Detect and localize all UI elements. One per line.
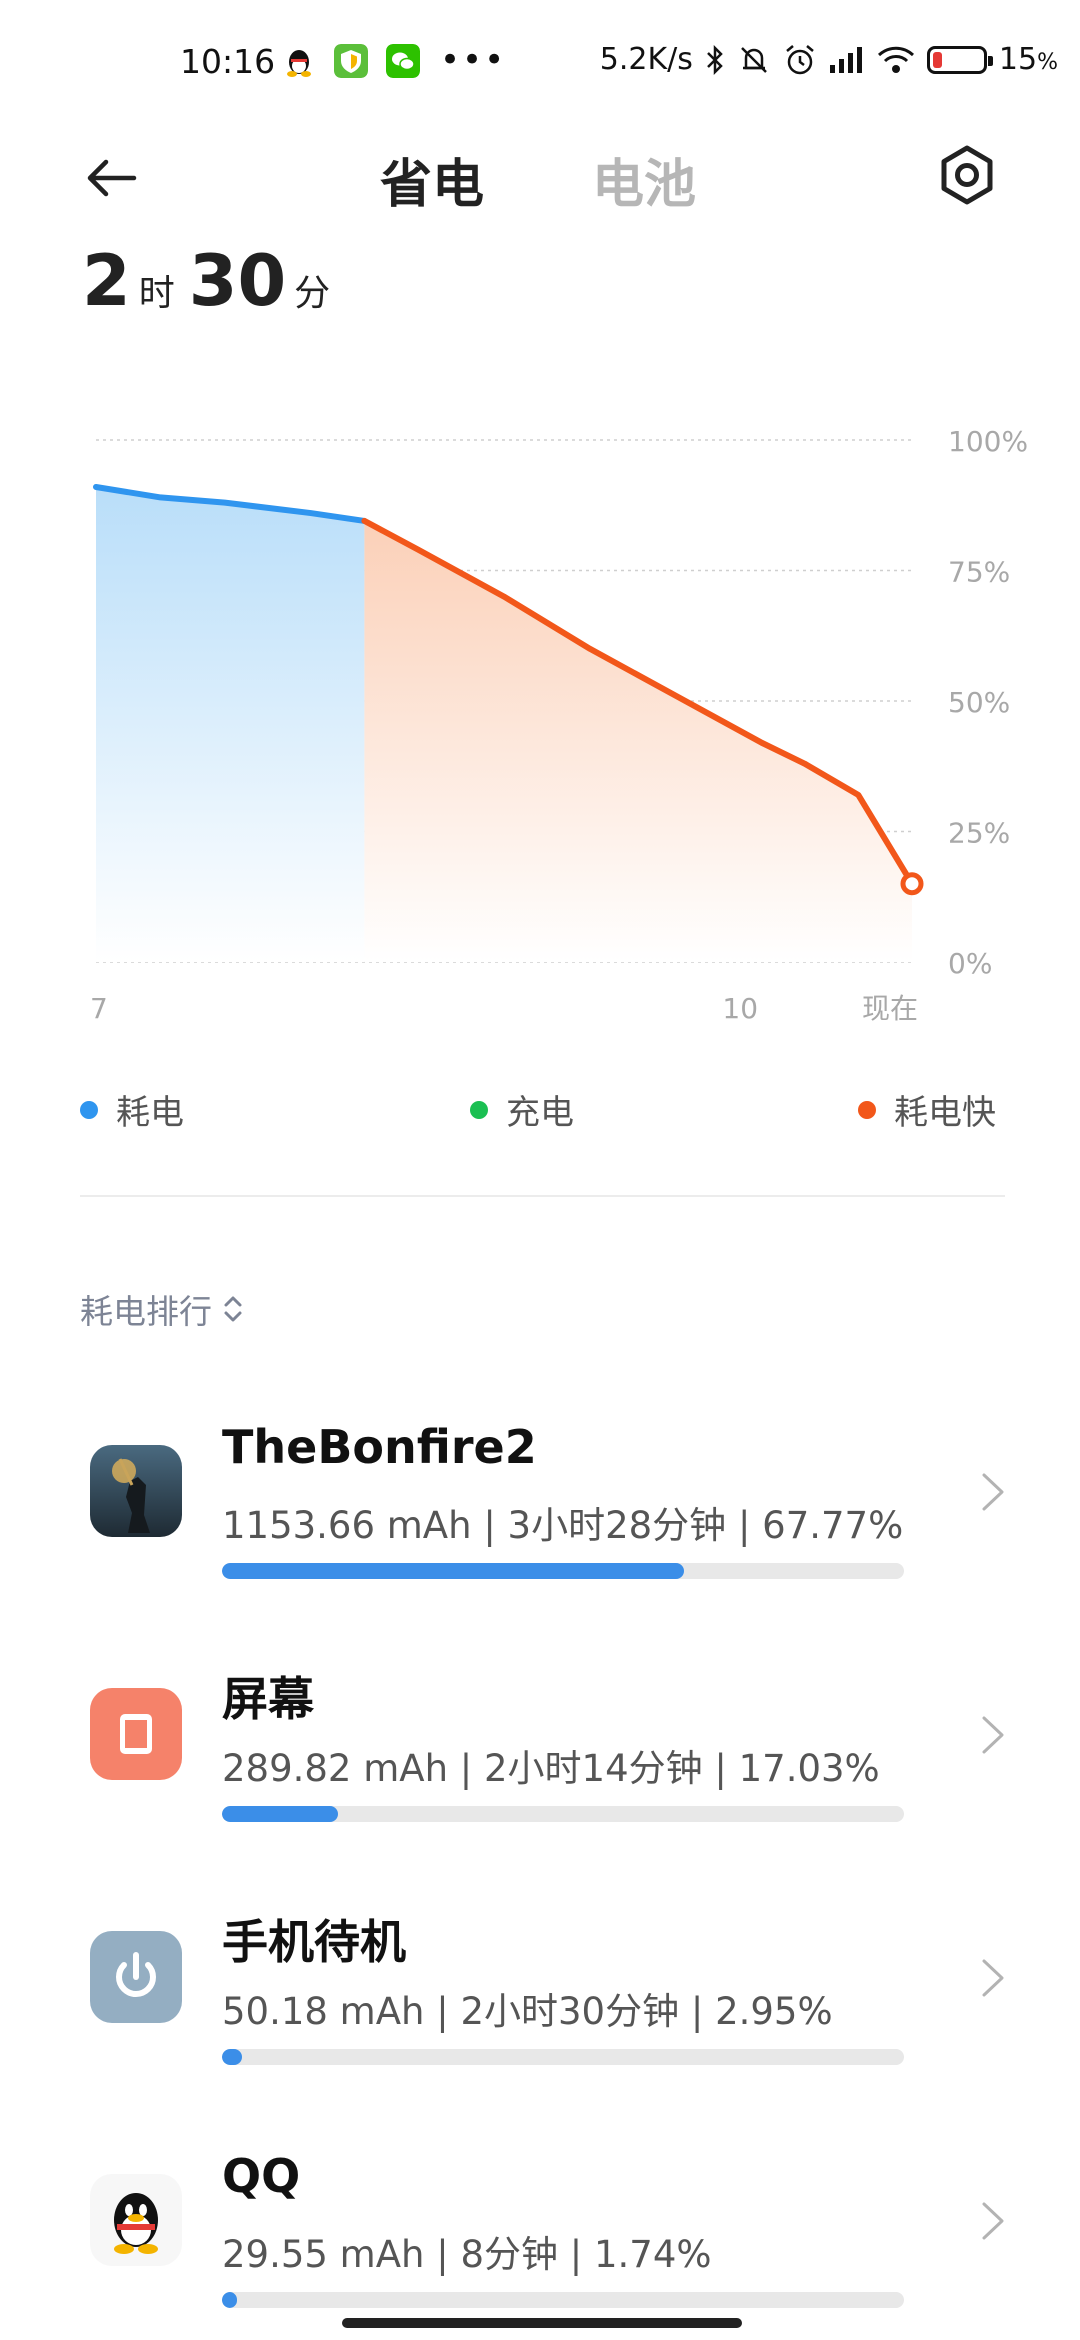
app-name: 手机待机 [222,1915,406,1969]
list-item[interactable]: 手机待机 50.18 mAh | 2小时30分钟 | 2.95% [0,1871,1080,2091]
chevron-right-icon [982,1959,1004,1997]
screen-icon [90,1688,182,1780]
app-name: QQ [222,2149,301,2203]
remaining-time: 2 时 30 分 [82,240,344,322]
series-area [364,520,913,962]
usage-bar [222,2049,243,2065]
remaining-hours: 2 [82,240,131,322]
y-tick-label: 50% [948,686,1010,719]
list-item[interactable]: 屏幕 289.82 mAh | 2小时14分钟 | 17.03% [0,1628,1080,1848]
signal-icon [829,46,862,73]
usage-bar [222,2292,237,2308]
qq-icon [90,2174,182,2266]
series-area [96,486,365,962]
chart-legend: 耗电 充电 耗电快 [0,1085,1080,1135]
list-item[interactable]: TheBonfire2 1153.66 mAh | 3小时28分钟 | 67.7… [0,1385,1080,1605]
ranking-sort-toggle[interactable]: 耗电排行 [80,1285,244,1333]
game-icon [90,1445,182,1537]
ranking-label: 耗电排行 [80,1292,212,1331]
network-speed: 5.2K/s [599,42,693,77]
chevron-right-icon [982,2202,1004,2240]
legend-item-fast-drain: 耗电快 [858,1085,996,1134]
x-tick-label: 10 [722,992,758,1025]
wechat-icon [386,44,420,78]
usage-bar-track [222,1806,904,1822]
header: 省电 电池 [0,120,1080,230]
settings-icon[interactable] [934,142,1000,208]
minutes-unit: 分 [294,273,331,314]
app-name: 屏幕 [222,1672,314,1726]
usage-bar-track [222,2292,904,2308]
list-item[interactable]: QQ 29.55 mAh | 8分钟 | 1.74% [0,2114,1080,2334]
x-tick-label: 7 [90,992,108,1025]
usage-detail: 289.82 mAh | 2小时14分钟 | 17.03% [222,1747,880,1790]
y-tick-label: 25% [948,817,1010,850]
tab-power-saving[interactable]: 省电 [380,142,484,217]
current-point-marker [900,872,924,896]
legend-item-charging: 充电 [470,1085,574,1134]
qq-icon [287,50,311,77]
x-tick-label: 现在 [862,992,918,1025]
legend-dot-drain [80,1100,98,1119]
usage-detail: 29.55 mAh | 8分钟 | 1.74% [222,2233,712,2276]
battery-icon [926,45,993,74]
alarm-icon [786,44,814,74]
shield-icon [334,44,368,78]
legend-label-charging: 充电 [506,1093,574,1133]
battery-level: 15% [998,42,1058,77]
bluetooth-icon [707,44,723,75]
remaining-minutes: 30 [188,240,287,322]
chevron-right-icon [982,1716,1004,1754]
home-indicator[interactable] [342,2318,742,2328]
usage-bar [222,1806,339,1822]
notification-icons [282,44,420,78]
divider [80,1195,1005,1197]
sort-chevron-icon [224,1296,242,1322]
usage-bar [222,1563,685,1579]
battery-chart: 100% 75% 50% 25% 0% 7 10 现在 [90,425,1028,1025]
status-bar: 10:16 ••• 5.2K/s 15% [0,0,1080,120]
y-tick-label: 0% [948,947,992,980]
usage-detail: 50.18 mAh | 2小时30分钟 | 2.95% [222,1990,833,2033]
legend-item-drain: 耗电 [80,1085,184,1134]
usage-bar-track [222,2049,904,2065]
mute-icon [741,46,767,73]
chevron-right-icon [982,1473,1004,1511]
y-tick-label: 75% [948,556,1010,589]
back-arrow-icon[interactable] [82,148,142,208]
power-icon [90,1931,182,2023]
legend-label-drain: 耗电 [116,1093,184,1133]
status-right: 5.2K/s 15% [600,42,1058,77]
y-tick-label: 100% [948,425,1028,458]
more-dots-icon: ••• [440,40,507,80]
legend-label-fast-drain: 耗电快 [894,1093,996,1133]
app-name: TheBonfire2 [222,1420,537,1474]
usage-detail: 1153.66 mAh | 3小时28分钟 | 67.77% [222,1504,904,1547]
legend-dot-charging [470,1100,488,1119]
wifi-icon [877,46,914,73]
hours-unit: 时 [138,273,175,314]
status-time: 10:16 [180,42,276,81]
usage-bar-track [222,1563,904,1579]
legend-dot-fast-drain [858,1100,876,1119]
tab-battery[interactable]: 电池 [592,142,696,217]
